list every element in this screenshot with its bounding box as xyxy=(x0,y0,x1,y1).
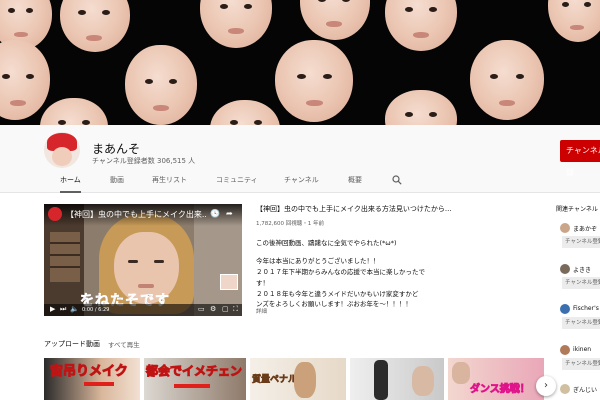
settings-icon[interactable]: ⚙ xyxy=(210,305,216,313)
theater-icon[interactable]: ▢ xyxy=(222,305,229,313)
related-channels-heading: 関連チャンネル xyxy=(556,206,598,213)
channel-banner xyxy=(0,0,600,125)
channel-avatar[interactable] xyxy=(560,223,570,233)
video-thumbnail[interactable] xyxy=(350,358,444,400)
banner-face xyxy=(200,0,272,48)
next-icon[interactable]: ⏭ xyxy=(60,305,66,314)
banner-face xyxy=(548,0,600,42)
watch-later-icon[interactable]: 🕓 xyxy=(210,209,220,218)
featured-desc-title[interactable]: 【神回】虫の中でも上手にメイク出来る方法見いつけたから... xyxy=(256,204,452,214)
banner-face xyxy=(210,100,280,125)
banner-face xyxy=(40,98,108,125)
banner-face xyxy=(60,0,130,52)
banner-face xyxy=(125,45,197,125)
video-thumbnail[interactable]: 都会でイメチェン xyxy=(144,358,246,400)
video-thumbnail[interactable]: 質量ペナルティ xyxy=(250,358,346,400)
related-channel-item[interactable]: まあかぞ チャンネル登録 xyxy=(556,223,600,255)
uploads-heading[interactable]: アップロード動画 xyxy=(44,339,100,349)
shelf xyxy=(50,232,80,282)
banner-face xyxy=(275,40,353,122)
read-more-link[interactable]: 詳細 xyxy=(256,307,267,315)
volume-icon[interactable]: 🔈 xyxy=(70,305,79,313)
mini-thumbnail xyxy=(220,274,238,290)
search-icon[interactable] xyxy=(392,175,402,185)
subscribe-button[interactable]: チャンネル登録 xyxy=(562,317,600,329)
desc-line: ンズをよろしくお願いします！ぷおお年を〜！！！！ xyxy=(256,300,412,308)
related-channel-item[interactable]: ぎんじい xyxy=(556,384,600,400)
video-channel-icon[interactable] xyxy=(48,207,62,221)
featured-video-title[interactable]: 【神回】虫の中でも上手にメイク出来... xyxy=(66,209,206,220)
related-channel-item[interactable]: Fischer's チャンネル登録 xyxy=(556,304,600,336)
subscribe-button[interactable]: チャンネル登録 xyxy=(562,358,600,370)
channel-avatar[interactable] xyxy=(44,132,80,168)
channel-avatar[interactable] xyxy=(560,304,570,314)
video-thumbnail[interactable]: ダンス挑戦！ xyxy=(448,358,544,400)
tab-playlists[interactable]: 再生リスト xyxy=(152,173,187,193)
chevron-right-icon[interactable]: › xyxy=(536,376,556,396)
desc-line: ２０１７年下半期からみんなの応援で本当に楽しかったで xyxy=(256,268,425,276)
subscribe-button[interactable]: チャンネル登録 xyxy=(562,277,600,289)
video-time: 0:00 / 6:29 xyxy=(82,307,110,313)
channel-name: まあんそ xyxy=(92,142,141,156)
desc-line: 今年は本当にありがとうございました！！ xyxy=(256,257,380,265)
banner-face xyxy=(385,90,457,125)
banner-face xyxy=(470,40,544,120)
subscribe-button[interactable]: チャンネル登録 xyxy=(560,140,600,177)
tab-home[interactable]: ホーム xyxy=(60,173,81,193)
related-channel-item[interactable]: ikinen チャンネル登録 xyxy=(556,345,600,377)
tab-about[interactable]: 概要 xyxy=(348,173,362,193)
channel-avatar[interactable] xyxy=(560,345,570,355)
tab-channels[interactable]: チャンネル xyxy=(284,173,319,193)
tab-videos[interactable]: 動画 xyxy=(110,173,124,193)
captions-icon[interactable]: ▭ xyxy=(198,305,205,313)
desc-line: ２０１８年も今年と違うメイドだいかもいけ家変すかど xyxy=(256,290,419,298)
share-icon[interactable]: ➦ xyxy=(226,209,233,218)
related-channel-item[interactable]: よきき チャンネル登録 xyxy=(556,264,600,296)
featured-meta: 1,782,600 回視聴・1 年前 xyxy=(256,221,324,227)
play-all-link[interactable]: すべて再生 xyxy=(108,339,140,349)
banner-face xyxy=(385,0,457,51)
banner-face xyxy=(300,0,370,40)
play-icon[interactable]: ▶ xyxy=(50,305,55,313)
subscriber-count: チャンネル登録者数 306,515 人 xyxy=(92,157,196,165)
featured-video-player[interactable]: 【神回】虫の中でも上手にメイク出来... 🕓 ➦ をねたそです ▶ ⏭ 🔈 0:… xyxy=(44,204,242,316)
subscribe-button[interactable]: チャンネル登録 xyxy=(562,236,600,248)
desc-line: この後神回動画、躊躇なに全気でやられた(*ω*) xyxy=(256,239,397,247)
player-controls: ▶ ⏭ 🔈 0:00 / 6:29 ▭ ⚙ ▢ ⛶ xyxy=(44,304,242,316)
channel-avatar[interactable] xyxy=(560,264,570,274)
desc-line: す！ xyxy=(256,279,269,287)
banner-face xyxy=(0,40,50,120)
tab-community[interactable]: コミュニティ xyxy=(216,173,258,193)
fullscreen-icon[interactable]: ⛶ xyxy=(233,305,238,314)
channel-avatar[interactable] xyxy=(560,384,570,394)
video-thumbnail[interactable]: 宙吊りメイク xyxy=(44,358,140,400)
